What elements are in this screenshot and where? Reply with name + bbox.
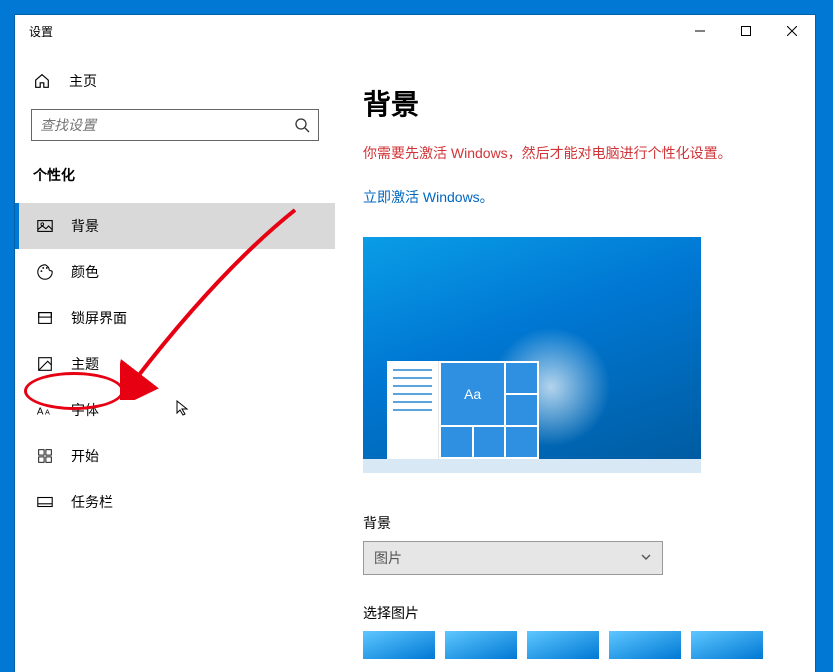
- page-title: 背景: [363, 83, 787, 123]
- font-icon: AA: [35, 400, 55, 420]
- category-label: 个性化: [15, 141, 335, 195]
- svg-text:A: A: [45, 408, 50, 417]
- dropdown-value: 图片: [374, 548, 402, 568]
- wallpaper-thumb[interactable]: [445, 631, 517, 659]
- preview-window: Aa: [387, 361, 539, 459]
- search-input[interactable]: [40, 117, 294, 133]
- start-icon: [35, 446, 55, 466]
- maximize-button[interactable]: [723, 15, 769, 47]
- wallpaper-thumb[interactable]: [609, 631, 681, 659]
- preview-wallpaper: Aa: [363, 237, 701, 473]
- sidebar-item-label: 开始: [71, 446, 99, 466]
- sidebar-item-label: 颜色: [71, 262, 99, 282]
- content-pane: 背景 你需要先激活 Windows，然后才能对电脑进行个性化设置。 立即激活 W…: [335, 47, 815, 672]
- body-area: 主页 个性化 背景: [15, 47, 815, 672]
- sidebar-item-label: 锁屏界面: [71, 308, 127, 328]
- background-preview: Aa: [363, 237, 701, 473]
- wallpaper-thumb[interactable]: [363, 631, 435, 659]
- sidebar-item-themes[interactable]: 主题: [15, 341, 335, 387]
- home-nav[interactable]: 主页: [15, 59, 335, 103]
- sidebar-item-fonts[interactable]: AA 字体: [15, 387, 335, 433]
- activation-link[interactable]: 立即激活 Windows。: [363, 187, 787, 207]
- titlebar: 设置: [15, 15, 815, 47]
- palette-icon: [35, 262, 55, 282]
- sidebar-item-background[interactable]: 背景: [15, 203, 335, 249]
- settings-window: 设置 主页: [15, 15, 815, 672]
- sidebar-item-start[interactable]: 开始: [15, 433, 335, 479]
- lockscreen-icon: [35, 308, 55, 328]
- activation-warning: 你需要先激活 Windows，然后才能对电脑进行个性化设置。: [363, 143, 787, 163]
- svg-text:A: A: [37, 407, 44, 418]
- chevron-down-icon: [640, 550, 652, 566]
- window-controls: [677, 15, 815, 47]
- background-section-label: 背景: [363, 513, 787, 533]
- close-button[interactable]: [769, 15, 815, 47]
- choose-picture-label: 选择图片: [363, 603, 787, 623]
- preview-taskbar: [363, 459, 701, 473]
- sidebar: 主页 个性化 背景: [15, 47, 335, 672]
- search-icon: [294, 117, 310, 133]
- sidebar-item-label: 主题: [71, 354, 99, 374]
- wallpaper-thumb[interactable]: [527, 631, 599, 659]
- wallpaper-thumb[interactable]: [691, 631, 763, 659]
- background-type-dropdown[interactable]: 图片: [363, 541, 663, 575]
- preview-tile-text: Aa: [441, 363, 504, 425]
- search-wrap: [15, 103, 335, 141]
- sidebar-item-lockscreen[interactable]: 锁屏界面: [15, 295, 335, 341]
- home-icon: [33, 72, 51, 90]
- sidebar-item-label: 任务栏: [71, 492, 113, 512]
- sidebar-item-label: 字体: [71, 400, 99, 420]
- sidebar-item-taskbar[interactable]: 任务栏: [15, 479, 335, 525]
- taskbar-icon: [35, 492, 55, 512]
- sidebar-item-colors[interactable]: 颜色: [15, 249, 335, 295]
- nav-list: 背景 颜色 锁屏界面: [15, 203, 335, 525]
- themes-icon: [35, 354, 55, 374]
- sidebar-item-label: 背景: [71, 216, 99, 236]
- home-label: 主页: [69, 71, 97, 91]
- picture-icon: [35, 216, 55, 236]
- picture-thumbnails: [363, 631, 787, 659]
- search-box[interactable]: [31, 109, 319, 141]
- minimize-button[interactable]: [677, 15, 723, 47]
- window-title: 设置: [29, 23, 677, 40]
